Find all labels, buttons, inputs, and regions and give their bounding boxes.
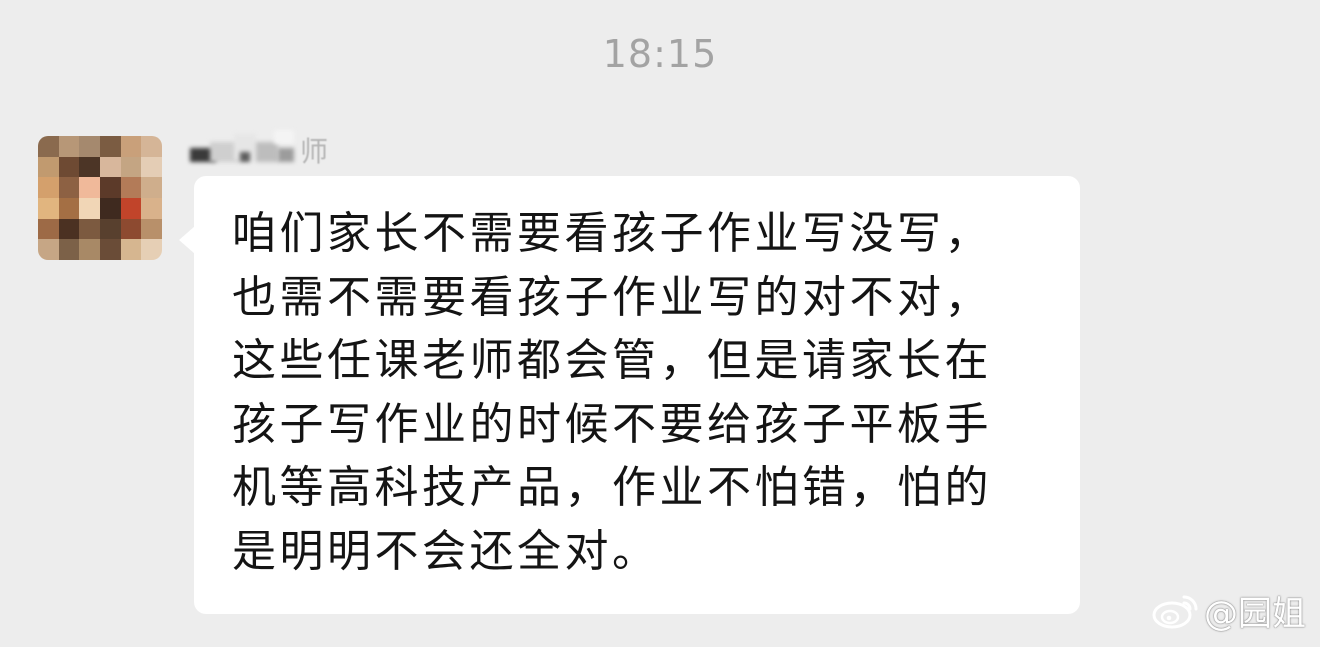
message-text: 咱们家长不需要看孩子作业写没写， 也需不需要看孩子作业写的对不对， 这些任课老师…: [232, 208, 992, 577]
watermark-text: @园姐: [1204, 594, 1306, 634]
sender-name: 师: [190, 128, 340, 168]
message-bubble[interactable]: 咱们家长不需要看孩子作业写没写， 也需不需要看孩子作业写的对不对， 这些任课老师…: [179, 176, 1080, 614]
weibo-watermark: @园姐: [1150, 586, 1306, 635]
sender-avatar[interactable]: [38, 136, 162, 260]
weibo-icon: [1150, 591, 1200, 631]
sender-name-visible-char: 师: [300, 135, 329, 168]
bubble-tail: [179, 226, 195, 254]
chat-timestamp: 18:15: [602, 32, 718, 76]
